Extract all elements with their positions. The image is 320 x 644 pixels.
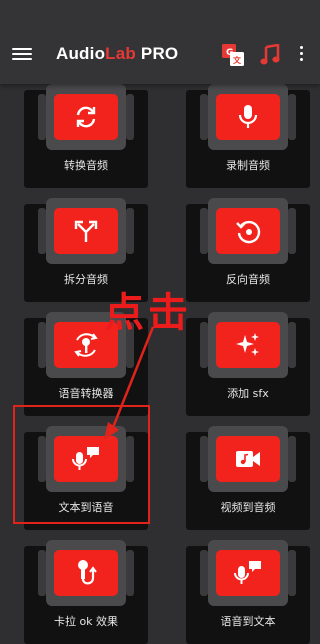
tool-label: 添加 sfx [227,387,269,400]
tool-label: 录制音频 [226,159,270,172]
tool-label: 卡拉 ok 效果 [53,615,119,628]
app-bar: AudioLab PRO G 文 [0,0,320,84]
tool-card-reverse[interactable]: 反向音频 [186,198,310,302]
more-vert-icon[interactable] [296,46,306,66]
app-title-accent: Lab [105,44,136,63]
tool-label: 反向音频 [226,273,270,286]
tool-card-speech-to-text[interactable]: 语音到文本 [186,540,310,644]
tool-card-add-sfx[interactable]: 添加 sfx [186,312,310,416]
translate-icon[interactable]: G 文 [222,44,244,66]
annotation-text: 点击 [104,290,192,336]
tool-card-convert[interactable]: 转换音频 [24,84,148,188]
reverse-icon [216,208,280,254]
tool-label: 语音到文本 [220,615,276,628]
video-to-audio-icon [216,436,280,482]
app-title: AudioLab PRO [56,44,178,64]
hamburger-menu-icon[interactable] [12,45,32,65]
svg-text:文: 文 [233,55,242,65]
app-title-suffix: PRO [135,44,179,63]
tool-label: 视频到音频 [220,501,276,514]
tools-grid: 转换音频 录制音频 拆分音频 反向音频 语音转换器 添加 sfx 文本到语音 视… [0,84,320,644]
tool-card-record[interactable]: 录制音频 [186,84,310,188]
convert-icon [54,94,118,140]
speech-to-text-icon [216,550,280,596]
tool-label: 转换音频 [64,159,108,172]
music-note-icon[interactable] [260,43,280,66]
tool-card-video-to-audio[interactable]: 视频到音频 [186,426,310,530]
split-icon [54,208,118,254]
tool-label: 语音转换器 [58,387,114,400]
tool-card-karaoke[interactable]: 卡拉 ok 效果 [24,540,148,644]
microphone-icon [216,94,280,140]
sparkle-icon [216,322,280,368]
highlight-box [13,405,150,524]
karaoke-mic-icon [54,550,118,596]
app-title-prefix: Audio [56,44,106,63]
